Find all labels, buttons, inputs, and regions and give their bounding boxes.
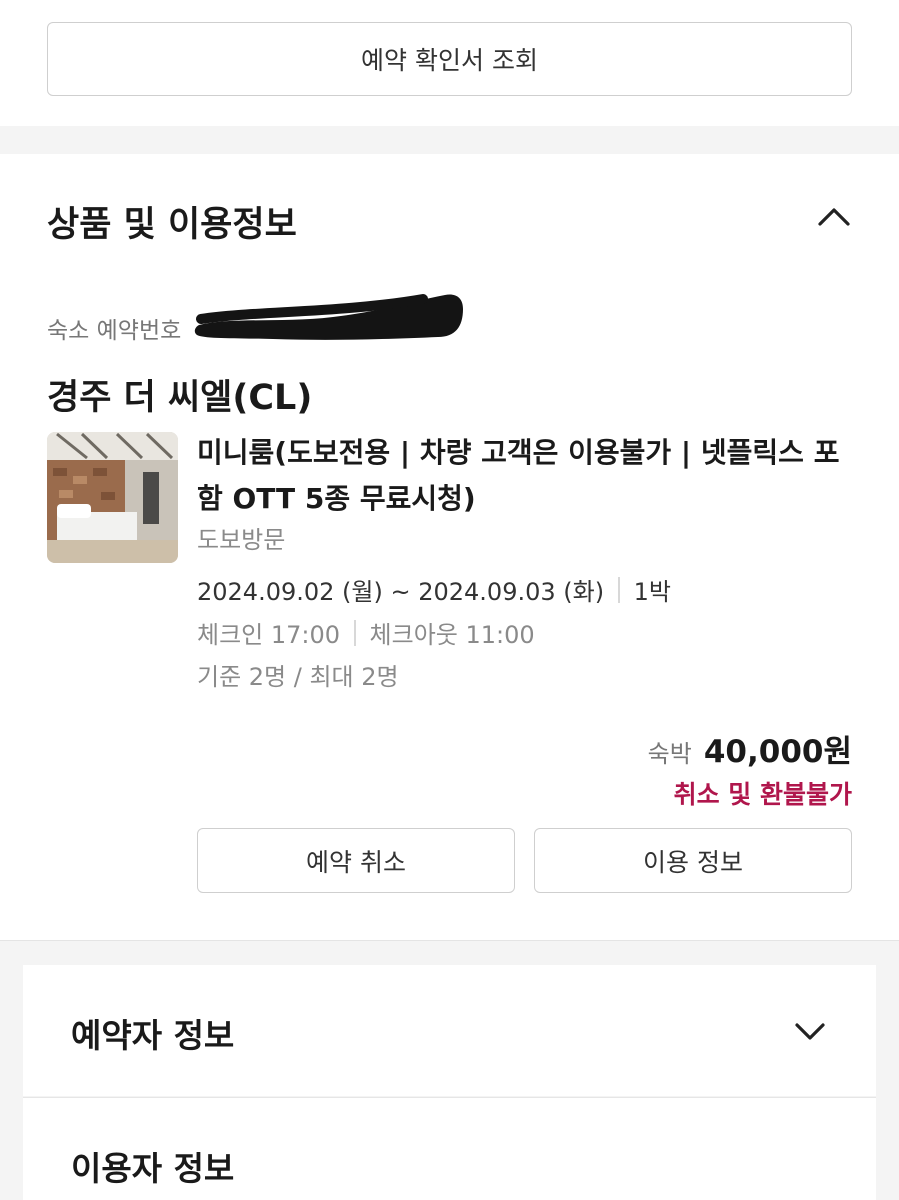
stay-dates: 2024.09.02 (월) ~ 2024.09.03 (화) 1박 [197,572,671,607]
booker-info-title: 예약자 정보 [71,1016,235,1055]
price-row: 숙박 40,000원 [648,726,852,771]
chevron-up-icon[interactable] [816,204,852,228]
reservation-number-label: 숙소 예약번호 [47,318,182,344]
view-confirmation-button[interactable]: 예약 확인서 조회 [47,22,852,96]
divider [354,619,356,646]
usage-info-button[interactable]: 이용 정보 [534,828,852,893]
price-label: 숙박 [647,740,692,768]
checkout-time: 체크아웃 11:00 [369,621,535,649]
room-name[interactable]: 미니룸(도보전용 | 차량 고객은 이용불가 | 넷플릭스 포함 OTT 5종 … [197,430,857,522]
section-title: 상품 및 이용정보 [47,205,297,245]
capacity: 기준 2명 / 최대 2명 [197,663,399,691]
top-section: 예약 확인서 조회 [0,0,899,126]
user-info-title: 이용자 정보 [71,1149,235,1188]
section-divider [0,126,899,154]
check-times: 체크인 17:00 체크아웃 11:00 [197,615,535,650]
nights-count: 1박 [633,578,671,606]
visit-type: 도보방문 [197,526,286,554]
chevron-down-icon[interactable] [793,1020,827,1042]
user-info-card[interactable]: 이용자 정보 [23,1097,876,1200]
divider [618,576,620,603]
hotel-name[interactable]: 경주 더 씨엘(CL) [47,369,312,420]
room-thumbnail[interactable] [47,432,178,563]
refund-policy-note: 취소 및 환불불가 [673,780,852,809]
product-usage-section: 상품 및 이용정보 숙소 예약번호 경주 더 씨엘(CL) 미니룸(도보전용 |… [0,154,899,940]
booker-info-card[interactable]: 예약자 정보 [23,965,876,1096]
date-range: 2024.09.02 (월) ~ 2024.09.03 (화) [197,578,605,606]
price-value: 40,000원 [703,734,852,770]
cancel-reservation-button[interactable]: 예약 취소 [197,828,515,893]
checkin-time: 체크인 17:00 [197,621,341,649]
redaction-mark [194,294,464,340]
room-photo [47,432,178,563]
